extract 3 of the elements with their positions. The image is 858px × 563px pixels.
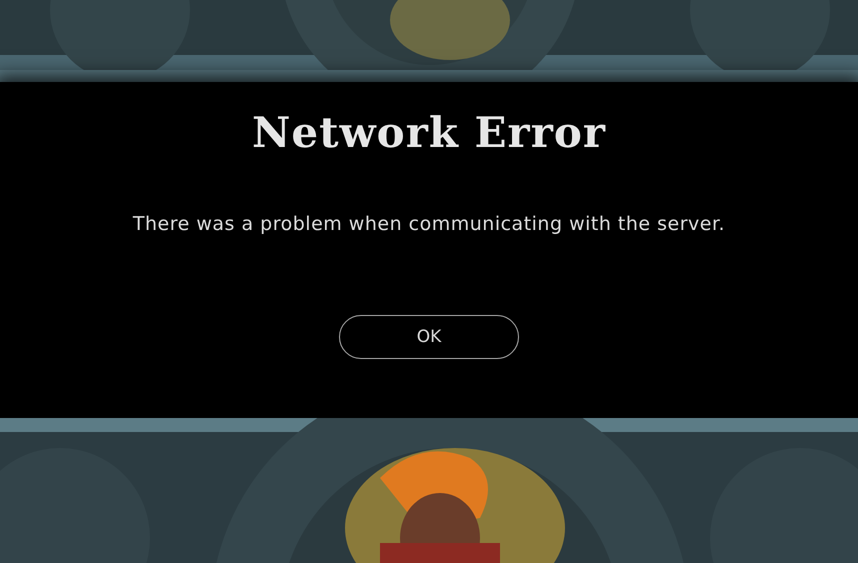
ok-button[interactable]: OK (339, 315, 519, 359)
error-message: There was a problem when communicating with the server. (132, 213, 726, 235)
dialog-title: Network Error (252, 108, 606, 157)
